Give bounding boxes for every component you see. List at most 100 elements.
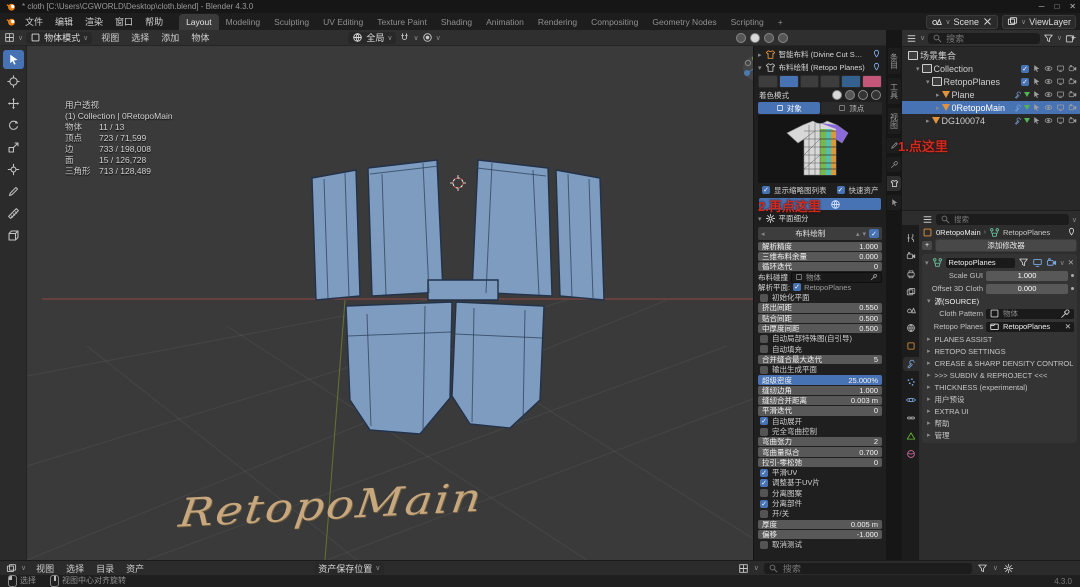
mode-dropdown[interactable]: 物体模式∨ bbox=[26, 32, 92, 44]
new-collection-icon[interactable] bbox=[1065, 33, 1076, 44]
pin-icon[interactable] bbox=[1066, 227, 1077, 238]
annotate-tool[interactable] bbox=[3, 182, 24, 201]
material-shading-icon[interactable] bbox=[764, 33, 774, 43]
expand-icon[interactable]: ▾ bbox=[916, 65, 920, 73]
sidebar-tab[interactable]: 工具 bbox=[888, 78, 901, 104]
menu-item[interactable]: 编辑 bbox=[49, 13, 79, 30]
camera-icon[interactable] bbox=[1068, 103, 1077, 112]
transform-tool[interactable] bbox=[3, 160, 24, 179]
expand-icon[interactable]: ▾ bbox=[926, 78, 930, 86]
monitor-icon[interactable] bbox=[1056, 90, 1065, 99]
outliner-display-icon[interactable] bbox=[906, 33, 917, 44]
solid-shading-icon[interactable] bbox=[750, 33, 760, 43]
param-slider[interactable]: 平滑迭代0 bbox=[758, 406, 882, 415]
properties-tab-scene[interactable] bbox=[903, 303, 919, 317]
sidebar-tab[interactable]: 视图 bbox=[888, 108, 901, 134]
monitor-icon[interactable] bbox=[1056, 116, 1065, 125]
arrow-up-icon[interactable]: ▴ bbox=[856, 230, 860, 238]
eye-icon[interactable] bbox=[1044, 90, 1053, 99]
viewport-menu-item[interactable]: 视图 bbox=[95, 29, 125, 46]
select-box-icon[interactable] bbox=[1032, 116, 1041, 125]
filter-icon[interactable] bbox=[1018, 257, 1029, 268]
workspace-tab[interactable]: Geometry Nodes bbox=[645, 14, 723, 30]
asset-search-input[interactable]: 搜索 bbox=[764, 563, 972, 574]
animate-dot-icon[interactable] bbox=[1071, 287, 1074, 290]
section-header[interactable]: ▸THICKNESS (experimental) bbox=[925, 381, 1074, 393]
asset-menu-item[interactable]: 选择 bbox=[60, 560, 90, 577]
unlink-icon[interactable] bbox=[982, 16, 993, 27]
outliner-row[interactable]: ▾Collection✓ bbox=[902, 62, 1080, 75]
monitor-icon[interactable] bbox=[1056, 77, 1065, 86]
section-header[interactable]: ▸帮助 bbox=[925, 417, 1074, 429]
menu-item[interactable]: 帮助 bbox=[139, 13, 169, 30]
section-header[interactable]: ▸管理 bbox=[925, 429, 1074, 441]
viewport-menu-item[interactable]: 选择 bbox=[125, 29, 155, 46]
select-box-icon[interactable] bbox=[1032, 64, 1041, 73]
workspace-tab[interactable]: Shading bbox=[434, 14, 479, 30]
viewport-menu-item[interactable]: 添加 bbox=[155, 29, 185, 46]
outliner-row[interactable]: 场景集合 bbox=[902, 49, 1080, 62]
camera-icon[interactable] bbox=[1068, 77, 1077, 86]
param-slider[interactable]: 弯曲张力2 bbox=[758, 437, 882, 446]
properties-display-icon[interactable] bbox=[922, 214, 933, 225]
properties-tab-view-layer[interactable] bbox=[903, 285, 919, 299]
view-layer-selector[interactable]: ∨ViewLayer bbox=[1002, 15, 1076, 29]
camera-icon[interactable] bbox=[1068, 90, 1077, 99]
properties-tab-render[interactable] bbox=[903, 249, 919, 263]
properties-tab-world[interactable] bbox=[903, 321, 919, 335]
measure-tool[interactable] bbox=[3, 204, 24, 223]
properties-tab-material[interactable] bbox=[903, 447, 919, 461]
eye-icon[interactable] bbox=[1044, 77, 1053, 86]
properties-tab-particles[interactable] bbox=[903, 375, 919, 389]
arrow-down-icon[interactable]: ▾ bbox=[862, 230, 866, 238]
section-header[interactable]: ▸RETOPO SETTINGS bbox=[925, 345, 1074, 357]
add-modifier-button[interactable]: 添加修改器 bbox=[935, 239, 1077, 252]
outliner-row[interactable]: ▸Plane bbox=[902, 88, 1080, 101]
properties-tab-tool[interactable] bbox=[903, 231, 919, 245]
select-box-icon[interactable] bbox=[1032, 90, 1041, 99]
editor-type-icon[interactable] bbox=[4, 32, 15, 43]
section-header[interactable]: ▸EXTRA UI bbox=[925, 405, 1074, 417]
workspace-tab[interactable]: Compositing bbox=[584, 14, 645, 30]
expand-icon[interactable]: ▸ bbox=[926, 117, 930, 125]
snap-icon[interactable] bbox=[399, 32, 410, 43]
param-slider[interactable]: 偏移-1.000 bbox=[758, 530, 882, 539]
chevron-down-icon[interactable]: ∨ bbox=[1060, 259, 1065, 267]
checkbox-icon[interactable]: ✓ bbox=[793, 283, 801, 291]
cloth-tool-button[interactable] bbox=[758, 75, 778, 88]
outliner-row[interactable]: ▾RetopoPlanes✓ bbox=[902, 75, 1080, 88]
shade-matcap-icon[interactable] bbox=[845, 90, 855, 100]
smart-cloth-panel-header[interactable]: ▸ 智能布料 (Divine Cut Smart cloth) bbox=[756, 48, 884, 61]
gear-icon[interactable] bbox=[1003, 563, 1014, 574]
properties-tab-constraints[interactable] bbox=[903, 411, 919, 425]
dropper-icon[interactable] bbox=[870, 273, 878, 281]
blender-menu-icon[interactable] bbox=[6, 16, 17, 27]
section-header[interactable]: ▸用户预设 bbox=[925, 393, 1074, 405]
sidebar-addon-tab[interactable] bbox=[887, 157, 901, 172]
cloth-preview[interactable] bbox=[758, 115, 882, 183]
workspace-tab[interactable]: Sculpting bbox=[267, 14, 316, 30]
tab-vertex[interactable]: 顶点 bbox=[821, 102, 883, 114]
pin-icon[interactable] bbox=[871, 62, 882, 73]
render-toggle-icon[interactable] bbox=[1046, 257, 1057, 268]
apply-checkbox[interactable]: ✓ bbox=[869, 229, 879, 238]
quick-asset-checkbox[interactable]: ✓快速资产 bbox=[835, 185, 879, 196]
workspace-tab[interactable]: Layout bbox=[179, 14, 219, 30]
outliner-row[interactable]: ▸0RetopoMain bbox=[902, 101, 1080, 114]
rendered-shading-icon[interactable] bbox=[778, 33, 788, 43]
minimize-button[interactable]: ─ bbox=[1039, 2, 1045, 11]
param-slider[interactable]: 缝纫合并距离0.003 m bbox=[758, 396, 882, 405]
move-tool[interactable] bbox=[3, 94, 24, 113]
filter-icon[interactable] bbox=[1043, 33, 1054, 44]
workspace-tab[interactable]: Rendering bbox=[531, 14, 584, 30]
workspace-tab[interactable]: Texture Paint bbox=[370, 14, 434, 30]
param-slider[interactable]: 厚度0.005 m bbox=[758, 520, 882, 529]
param-slider[interactable]: 挤出间距0.550 bbox=[758, 303, 882, 312]
modifier-header[interactable]: ▾ RetopoPlanes ∨ ✕ bbox=[925, 256, 1074, 269]
param-slider[interactable]: 合并缝合最大迭代5 bbox=[758, 355, 882, 364]
expand-icon[interactable]: ▸ bbox=[936, 91, 940, 99]
asset-menu-item[interactable]: 资产 bbox=[120, 560, 150, 577]
menu-item[interactable]: 窗口 bbox=[109, 13, 139, 30]
menu-item[interactable]: 渲染 bbox=[79, 13, 109, 30]
proportional-edit-icon[interactable] bbox=[422, 32, 433, 43]
